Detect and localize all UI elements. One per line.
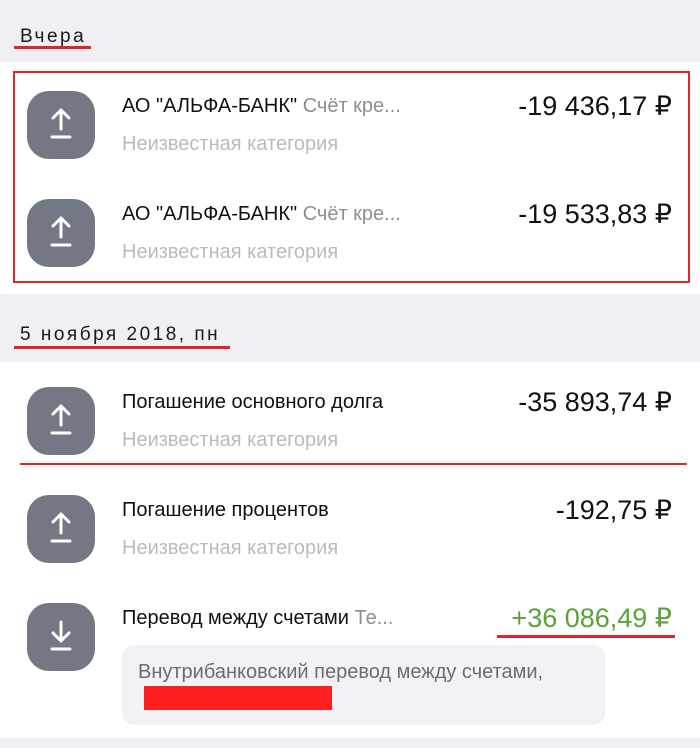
transaction-avatar <box>27 495 95 563</box>
account-name: Те... <box>354 607 394 629</box>
section-header-date: 5 ноября 2018, пн <box>0 294 700 362</box>
transfer-name: Перевод между счетами <box>122 607 349 629</box>
section-title: Вчера <box>20 26 87 47</box>
section-header-yesterday: Вчера <box>0 0 700 62</box>
title-underline <box>14 46 91 49</box>
row-underline <box>20 463 687 465</box>
redaction-block <box>144 686 332 710</box>
highlight-box <box>13 71 690 283</box>
bottom-strip <box>0 738 700 748</box>
transaction-row[interactable]: Погашение основного долга Неизвестная ка… <box>0 387 700 495</box>
transaction-amount: -35 893,74 ₽ <box>518 387 672 417</box>
transaction-row[interactable]: Погашение процентов Неизвестная категори… <box>0 495 700 603</box>
transaction-title: Погашение основного долга <box>122 391 384 413</box>
upload-arrow-icon <box>50 404 72 435</box>
transaction-category[interactable]: Неизвестная категория <box>122 537 338 560</box>
transaction-avatar <box>27 387 95 455</box>
transaction-comment: Внутрибанковский перевод между счетами, <box>122 645 605 725</box>
comment-text: Внутрибанковский перевод между счетами, <box>138 661 544 683</box>
transaction-title: Перевод между счетами Те... <box>122 607 442 630</box>
title-underline <box>14 346 230 349</box>
section-title: 5 ноября 2018, пн <box>20 324 221 345</box>
transaction-amount: +36 086,49 ₽ <box>511 603 672 633</box>
download-arrow-icon <box>50 620 72 651</box>
amount-underline <box>497 635 675 638</box>
transaction-category[interactable]: Неизвестная категория <box>122 429 338 452</box>
transaction-avatar <box>27 603 95 671</box>
transactions-card-yesterday: АО "АЛЬФА-БАНК" Счёт кре... Неизвестная … <box>0 62 700 294</box>
upload-arrow-icon <box>50 512 72 543</box>
transaction-title: Погашение процентов <box>122 499 329 521</box>
transaction-amount: -192,75 ₽ <box>555 495 672 525</box>
